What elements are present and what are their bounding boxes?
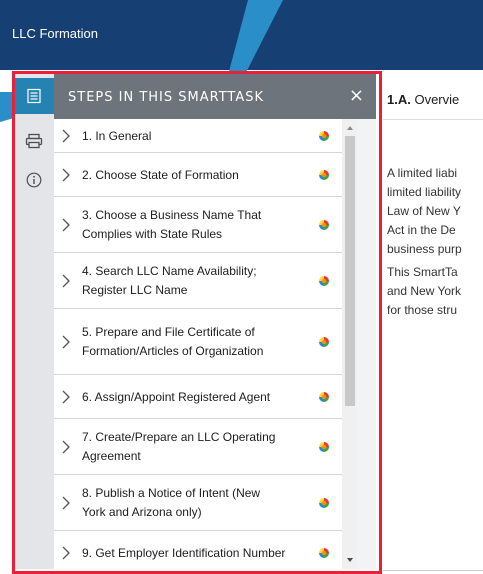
step-label: 4. Search LLC Name Availability; Register… [82,262,306,300]
chevron-right-icon [62,168,70,182]
step-label-line: 9. Get Employer Identification Number [82,545,286,560]
info-button[interactable] [14,162,54,198]
status-dot-icon [319,170,329,180]
step-label-line: 7. Create/Prepare an LLC Operating [82,430,276,444]
step-label: 5. Prepare and File Certificate of Format… [82,323,306,361]
panel-title: STEPS IN THIS SMARTTASK [68,90,265,105]
step-item[interactable]: 6. Assign/Appoint Registered Agent [54,375,342,419]
step-label-line: 4. Search LLC Name Availability; [82,264,257,278]
status-dot-icon [319,498,329,508]
paragraph-line: limited liability [387,185,462,199]
step-item[interactable]: 3. Choose a Business Name That Complies w… [54,197,342,253]
step-label-line: 5. Prepare and File Certificate of [82,325,255,339]
scrollbar-thumb[interactable] [345,136,355,406]
print-button[interactable] [14,123,54,159]
chevron-right-icon [62,335,70,349]
step-label: 2. Choose State of Formation [82,166,306,185]
section-heading: 1.A. Overvie [387,92,459,107]
paragraph-line: Law of New Y [387,204,461,218]
app-header: LLC Formation [0,0,483,70]
content-paragraph: A limited liabi limited liability Law of N… [387,164,483,259]
step-label-line: Complies with State Rules [82,227,223,241]
content-divider [383,119,483,120]
status-dot-icon [319,220,329,230]
step-label-line: 2. Choose State of Formation [82,167,239,182]
scroll-up-arrow-icon[interactable] [345,123,355,133]
step-label: 1. In General [82,127,306,146]
chevron-right-icon [62,546,70,560]
steps-panel-header: STEPS IN THIS SMARTTASK × [54,74,376,119]
panel-scrollbar[interactable] [342,119,357,569]
paragraph-line: Act in the De [387,223,456,237]
step-label: 7. Create/Prepare an LLC Operating Agreem… [82,428,306,466]
step-label-line: York and Arizona only) [82,505,202,519]
paragraph-line: for those stru [387,303,458,317]
print-icon [25,133,43,149]
step-item[interactable]: 2. Choose State of Formation [54,153,342,197]
close-icon[interactable]: × [349,85,364,106]
header-title: LLC Formation [12,26,98,41]
status-dot-icon [319,392,329,402]
chevron-right-icon [62,274,70,288]
tool-rail [14,74,54,569]
step-item[interactable]: 5. Prepare and File Certificate of Format… [54,309,342,375]
step-label: 6. Assign/Appoint Registered Agent [82,388,306,407]
list-icon [27,88,41,104]
step-label: 9. Get Employer Identification Number [82,544,306,563]
paragraph-line: This SmartTa [387,265,458,279]
status-dot-icon [319,337,329,347]
steps-list: 1. In General 2. Choose State of Formatio… [54,119,342,569]
step-item[interactable]: 8. Publish a Notice of Intent (New York a… [54,475,342,531]
chevron-right-icon [62,129,70,143]
paragraph-line: A limited liabi [387,166,458,180]
status-dot-icon [319,442,329,452]
section-title: Overvie [414,92,460,107]
step-item[interactable]: 9. Get Employer Identification Number [54,531,342,569]
chevron-right-icon [62,390,70,404]
step-item[interactable]: 4. Search LLC Name Availability; Register… [54,253,342,309]
section-number: 1.A. [387,92,411,107]
paragraph-line: and New York [387,284,462,298]
scroll-down-arrow-icon[interactable] [345,555,355,565]
step-label-line: Formation/Articles of Organization [82,344,264,358]
content-divider-bottom [383,570,483,571]
step-item[interactable]: 7. Create/Prepare an LLC Operating Agreem… [54,419,342,475]
step-label: 3. Choose a Business Name That Complies w… [82,206,306,244]
step-label-line: Agreement [82,449,141,463]
step-item[interactable]: 1. In General [54,119,342,153]
steps-list-button[interactable] [14,78,54,114]
status-dot-icon [319,131,329,141]
status-dot-icon [319,548,329,558]
step-label: 8. Publish a Notice of Intent (New York a… [82,484,306,522]
step-label-line: 6. Assign/Appoint Registered Agent [82,389,271,404]
status-dot-icon [319,276,329,286]
info-icon [26,172,42,188]
step-label-line: 1. In General [82,128,152,143]
chevron-right-icon [62,440,70,454]
step-label-line: 8. Publish a Notice of Intent (New [82,486,261,500]
step-label-line: Register LLC Name [82,283,188,297]
step-label-line: 3. Choose a Business Name That [82,208,262,222]
content-paragraph: This SmartTa and New York for those stru [387,263,483,320]
paragraph-line: business purp [387,242,462,256]
steps-panel: STEPS IN THIS SMARTTASK × 1. In General 2… [54,74,376,569]
chevron-right-icon [62,496,70,510]
chevron-right-icon [62,218,70,232]
